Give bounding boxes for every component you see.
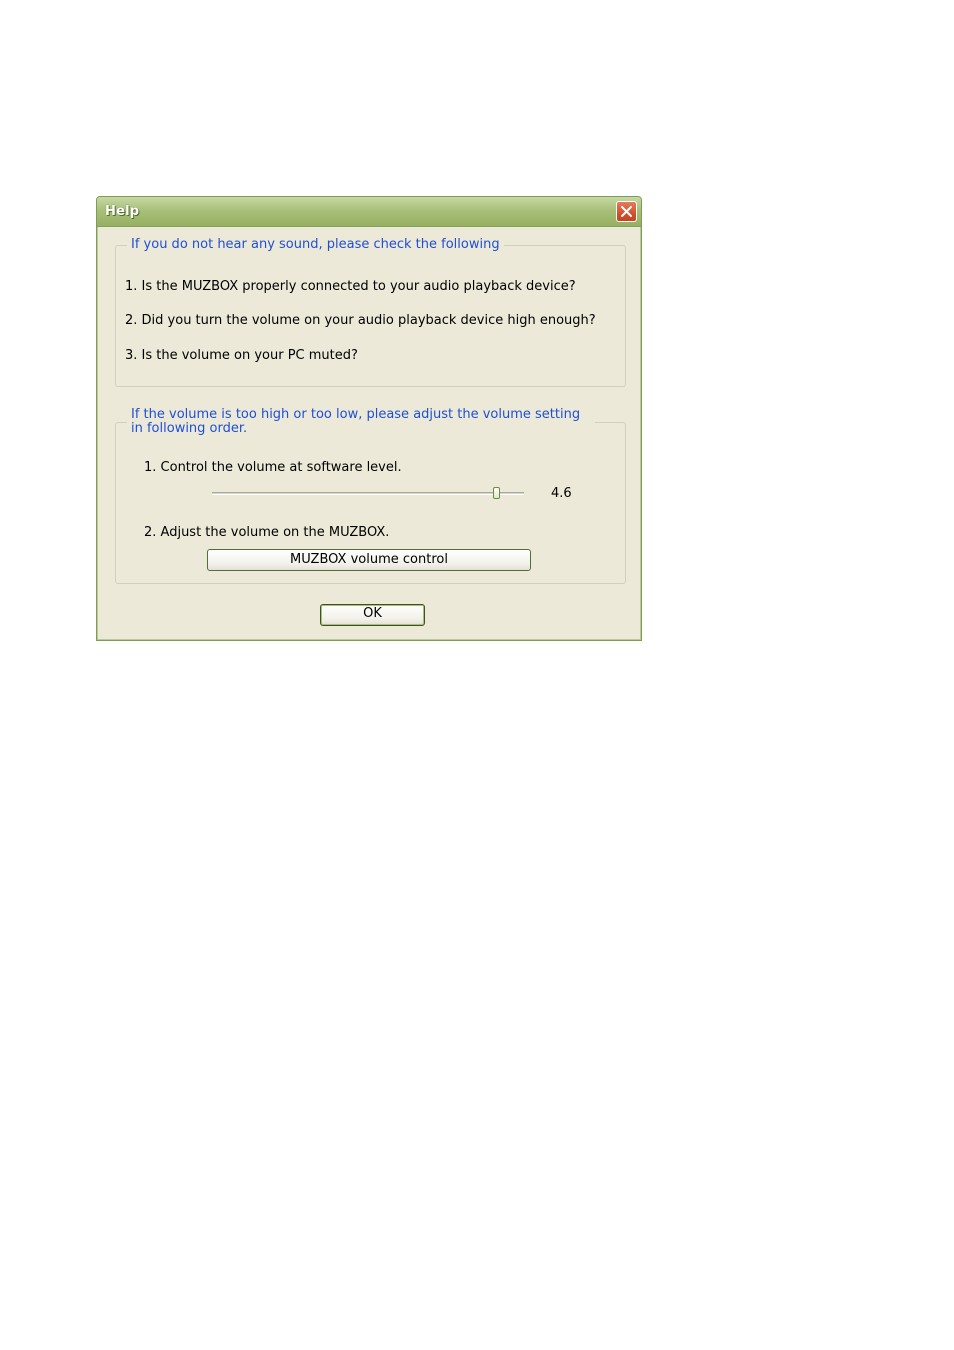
dialog-title: Help [105,204,140,219]
check-item-1: 1. Is the MUZBOX properly connected to y… [125,279,576,294]
title-bar[interactable]: Help [97,197,641,227]
check-item-2: 2. Did you turn the volume on your audio… [125,313,596,328]
volume-adjust-legend-line2: in following order. [131,421,248,436]
help-dialog: Help If you do not hear any sound, pleas… [96,196,642,641]
close-button[interactable] [616,201,637,222]
check-item-3: 3. Is the volume on your PC muted? [125,348,358,363]
volume-adjust-legend: If the volume is too high or too low, pl… [127,408,595,436]
volume-value: 4.6 [551,486,572,501]
volume-adjust-legend-line1: If the volume is too high or too low, pl… [131,407,581,422]
volume-slider-thumb[interactable] [493,487,500,499]
sound-check-legend: If you do not hear any sound, please che… [127,238,504,252]
muzbox-volume-control-button[interactable]: MUZBOX volume control [207,549,531,571]
step1-label: 1. Control the volume at software level. [144,460,402,475]
close-icon [621,206,632,217]
ok-button[interactable]: OK [320,604,425,626]
step2-label: 2. Adjust the volume on the MUZBOX. [144,525,390,540]
volume-slider-track[interactable] [212,492,524,495]
